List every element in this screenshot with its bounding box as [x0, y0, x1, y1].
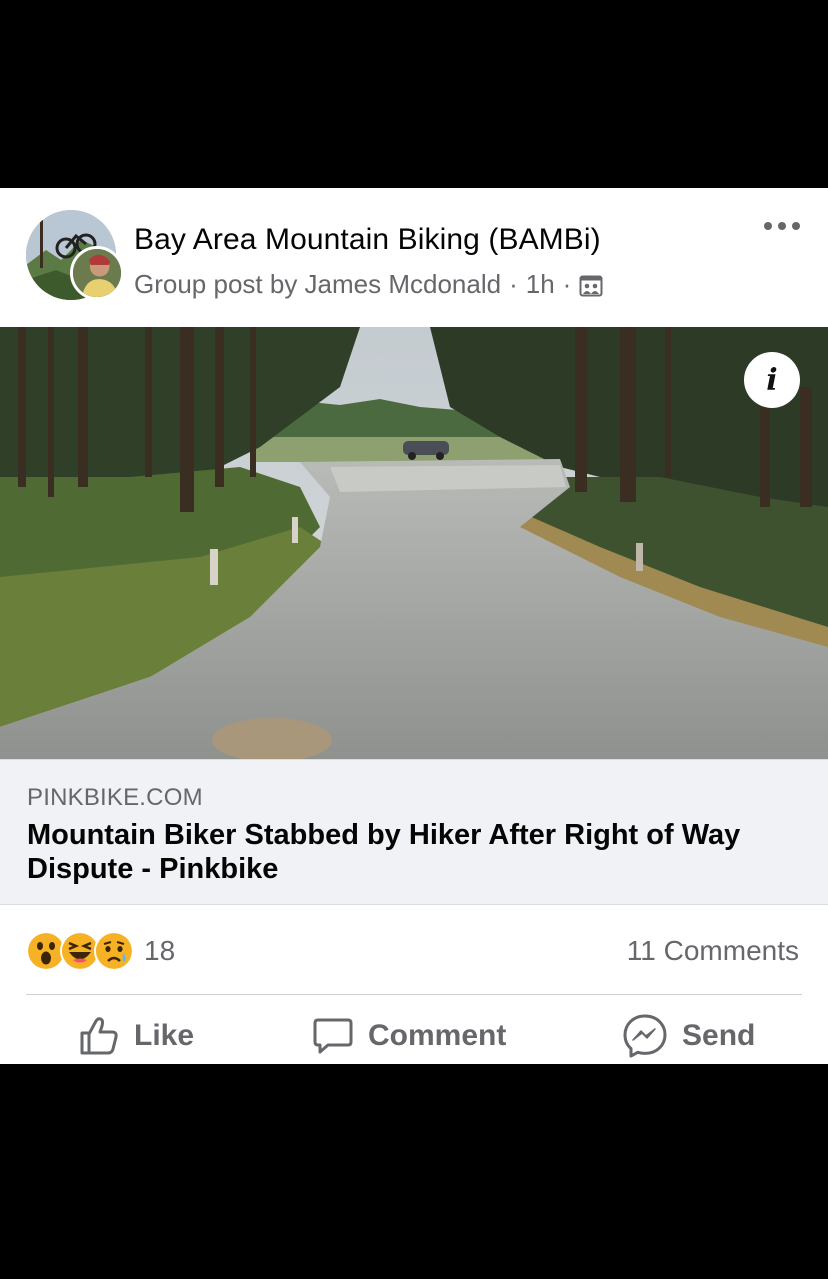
author-avatar[interactable]	[70, 246, 124, 300]
send-button[interactable]: Send	[622, 1008, 755, 1064]
comment-label: Comment	[368, 1019, 507, 1052]
comment-icon	[313, 1018, 353, 1054]
post-time[interactable]: 1h	[526, 269, 555, 300]
post-card: Bay Area Mountain Biking (BAMBi) Group p…	[0, 188, 828, 1064]
messenger-icon	[623, 1014, 667, 1058]
send-label: Send	[682, 1019, 756, 1052]
sad-reaction-icon	[94, 931, 134, 971]
comments-count[interactable]: 11 Comments	[627, 935, 799, 967]
separator: ·	[562, 269, 572, 299]
like-label: Like	[134, 1019, 195, 1052]
link-title[interactable]: Mountain Biker Stabbed by Hiker After Ri…	[27, 818, 807, 886]
reactions-summary[interactable]: 18	[26, 931, 175, 971]
author-photo	[73, 249, 121, 297]
group-name[interactable]: Bay Area Mountain Biking (BAMBi)	[134, 223, 601, 257]
info-button[interactable]: i	[744, 352, 800, 408]
divider	[26, 994, 802, 995]
link-preview-image[interactable]: i	[0, 327, 828, 759]
link-domain: PINKBIKE.COM	[27, 784, 203, 811]
post-meta: Group post by James Mcdonald · 1h ·	[134, 269, 603, 300]
more-options-icon[interactable]	[764, 218, 804, 232]
gravel-road-photo	[0, 327, 828, 759]
like-button[interactable]: Like	[78, 1008, 194, 1064]
author-line[interactable]: Group post by James Mcdonald	[134, 269, 501, 300]
link-preview[interactable]: PINKBIKE.COM Mountain Biker Stabbed by H…	[0, 759, 828, 905]
comment-button[interactable]: Comment	[312, 1008, 506, 1064]
public-group-icon	[579, 274, 603, 298]
thumbs-up-icon	[80, 1017, 118, 1055]
info-icon: i	[766, 362, 778, 398]
action-bar: Like Comment Send	[0, 1008, 828, 1064]
separator: ·	[509, 269, 518, 299]
reaction-count: 18	[144, 935, 176, 966]
